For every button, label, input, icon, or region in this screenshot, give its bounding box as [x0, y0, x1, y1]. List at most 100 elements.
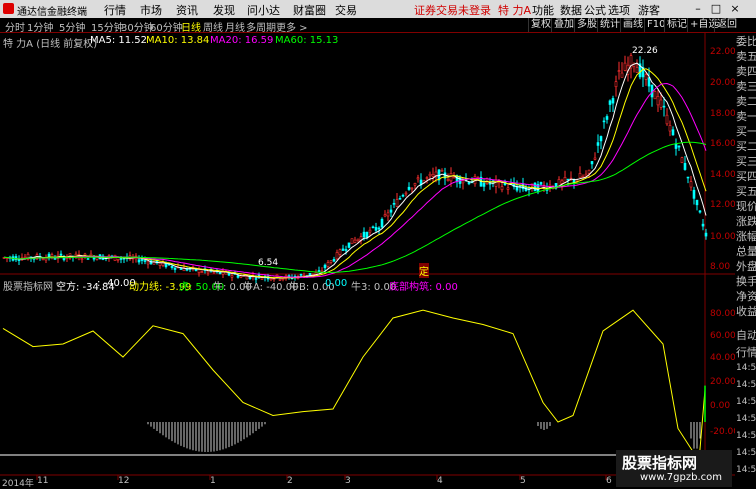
close-button[interactable]: × — [727, 1, 743, 16]
candle — [671, 129, 675, 136]
side-panel-item: 净资 — [736, 290, 756, 303]
candle — [179, 268, 183, 270]
side-panel-item: 涨幅 — [736, 230, 756, 243]
candle — [143, 260, 147, 262]
huaxian-button[interactable]: 画线 — [620, 18, 645, 32]
menu-shichang[interactable]: 市场 — [140, 2, 162, 18]
fuquan-button[interactable]: 复权 — [528, 18, 553, 32]
candle — [59, 253, 63, 256]
candle — [218, 272, 222, 275]
side-panel-item: 14:50 — [736, 465, 756, 475]
low-price-marker: 6.54 — [258, 258, 279, 268]
side-panel-item: 14:50 — [736, 363, 756, 373]
candle — [425, 177, 429, 179]
date-label: 2014年 — [2, 479, 34, 489]
high-price-marker: 22.26 — [632, 46, 658, 56]
indicator-name[interactable]: 股票指标网 — [3, 278, 53, 293]
menu-gongneng[interactable]: 功能 — [532, 2, 554, 18]
candle — [623, 62, 627, 71]
date-label: 2 — [287, 476, 293, 486]
tab-15min[interactable]: 15分钟 — [91, 19, 124, 34]
maximize-button[interactable]: □ — [708, 1, 724, 16]
indicator-axis-label: 20.00 — [710, 377, 736, 387]
candle — [560, 180, 564, 184]
candle — [362, 231, 366, 238]
candle — [374, 227, 378, 231]
menu-jiaoyi[interactable]: 交易 — [335, 2, 357, 18]
candle — [584, 173, 588, 177]
app-title: 通达信金融终端 — [17, 7, 87, 18]
menu-hangqing[interactable]: 行情 — [104, 2, 126, 18]
ma60-line — [3, 141, 707, 273]
menu-gongshi[interactable]: 公式 — [584, 2, 606, 18]
user-youke[interactable]: 游客 — [638, 2, 660, 18]
candle — [599, 136, 603, 142]
kline-chart[interactable] — [0, 33, 735, 487]
candle — [656, 96, 660, 106]
side-panel-item: 涨跌 — [736, 215, 756, 228]
candle — [605, 116, 609, 120]
tab-daily[interactable]: 日线 — [181, 19, 201, 34]
candle — [683, 162, 687, 170]
candle — [338, 249, 342, 255]
tab-weekly[interactable]: 周线 — [203, 19, 223, 34]
candle — [449, 173, 453, 182]
candle — [299, 274, 303, 276]
candle — [635, 66, 639, 73]
candle — [695, 199, 699, 206]
menu-wenxiaoda[interactable]: 问小达 — [247, 2, 280, 18]
watermark-title: 股票指标网 — [622, 454, 698, 472]
candle — [620, 72, 624, 78]
candle — [431, 174, 435, 177]
side-panel-item: 现价 — [736, 200, 756, 213]
candle — [173, 267, 177, 270]
back-button[interactable]: 返回 — [714, 18, 739, 32]
candle — [413, 183, 417, 186]
tab-30min[interactable]: 30分钟 — [121, 19, 154, 34]
side-panel-item[interactable]: 自动 — [736, 327, 756, 343]
candle — [377, 227, 381, 230]
menu-faxian[interactable]: 发现 — [213, 2, 235, 18]
candle — [365, 231, 369, 238]
tab-fenshi[interactable]: 分时 — [5, 19, 25, 34]
tongji-button[interactable]: 统计 — [597, 18, 622, 32]
menu-shuju[interactable]: 数据 — [560, 2, 582, 18]
tab-multi-period[interactable]: 多周期 — [246, 19, 276, 34]
menu-caifuquan[interactable]: 财富圈 — [293, 2, 326, 18]
date-label: 5 — [520, 476, 526, 486]
tab-5min[interactable]: 5分钟 — [59, 19, 85, 34]
candle — [371, 226, 375, 229]
candle — [353, 239, 357, 243]
date-label: 4 — [437, 476, 443, 486]
diejia-button[interactable]: 叠加 — [551, 18, 576, 32]
tab-more[interactable]: 更多 > — [276, 19, 308, 34]
biaoji-button[interactable]: 标记 — [664, 18, 689, 32]
indicator-axis-label: 60.00 — [710, 331, 736, 341]
candle — [677, 145, 681, 148]
date-label: 3 — [345, 476, 351, 486]
menu-xuanxiang[interactable]: 选项 — [608, 2, 630, 18]
side-panel-item: 卖三 — [736, 80, 756, 93]
side-panel-item: 外盘 — [736, 260, 756, 273]
ding-marker[interactable]: 定 — [419, 263, 429, 278]
dibu-value: 底部构筑: 0.00 — [389, 282, 458, 293]
candle — [659, 99, 663, 108]
candle — [593, 157, 597, 160]
candle — [170, 265, 174, 268]
candle — [506, 187, 510, 190]
tab-1min[interactable]: 1分钟 — [27, 19, 53, 34]
tab-60min[interactable]: 60分钟 — [150, 19, 183, 34]
date-label: 6 — [606, 476, 612, 486]
tab-monthly[interactable]: 月线 — [225, 19, 245, 34]
candle — [689, 181, 693, 188]
candle — [488, 182, 492, 185]
candle — [80, 258, 84, 261]
side-panel-item: 14:50 — [736, 380, 756, 390]
login-alert[interactable]: 证券交易未登录 — [414, 2, 491, 18]
minimize-button[interactable]: – — [690, 1, 706, 16]
duogu-button[interactable]: 多股 — [574, 18, 599, 32]
candles-group — [2, 52, 708, 284]
candle — [137, 259, 141, 263]
candle — [206, 270, 210, 274]
menu-zixun[interactable]: 资讯 — [176, 2, 198, 18]
